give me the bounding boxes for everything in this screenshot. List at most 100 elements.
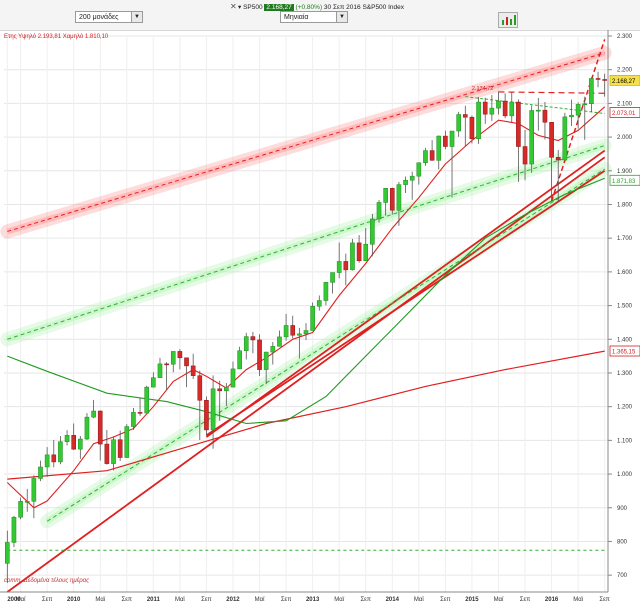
candle-body <box>582 103 588 105</box>
candle-body <box>164 363 169 366</box>
y-tick-label: 1.200 <box>617 405 633 411</box>
candle-body <box>449 130 455 147</box>
candle-body <box>482 101 488 115</box>
x-tick-label: 2015 <box>465 597 479 603</box>
candle-body <box>11 516 17 543</box>
y-tick-label: 2.000 <box>617 135 633 141</box>
chart-subtitle: Ετης Υψηλό 2.193,81 Χαμηλό 1.810,10 <box>4 33 109 40</box>
candle-body <box>536 109 541 112</box>
candle-body <box>589 78 594 104</box>
candle-body <box>489 107 495 115</box>
y-tick-label: 700 <box>617 573 628 579</box>
candle-body <box>436 135 442 161</box>
moving-average-slow <box>7 350 605 480</box>
y-tick-label: 1.400 <box>617 337 633 343</box>
x-tick-label: Σεπ <box>122 597 133 603</box>
candle-body <box>416 162 422 177</box>
candle-body <box>303 330 309 335</box>
candle-body <box>363 243 369 262</box>
candle-body <box>104 443 110 464</box>
candle-body <box>356 242 362 262</box>
candle-body <box>97 410 103 445</box>
x-tick-label: Σεπ <box>360 597 371 603</box>
candle-body <box>64 435 70 442</box>
candle-body <box>403 179 408 185</box>
x-tick-label: Μαϊ <box>334 597 344 603</box>
x-tick-label: Σεπ <box>599 597 610 603</box>
trendline <box>46 168 605 522</box>
candle-body <box>316 300 322 307</box>
candle-body <box>170 351 176 365</box>
candle-body <box>157 363 163 378</box>
y-tick-label: 1.800 <box>617 202 633 208</box>
candle-body <box>91 410 96 418</box>
candle-body <box>409 175 415 181</box>
y-tick-label: 1.000 <box>617 472 633 478</box>
candle-body <box>569 114 574 118</box>
candle-body <box>263 351 269 370</box>
x-tick-label: Μαϊ <box>16 597 26 603</box>
current-price-label: 2.168,27 <box>612 79 636 85</box>
candle-body <box>429 150 435 161</box>
candle-body <box>396 184 402 211</box>
candle-body <box>177 351 183 359</box>
candle-body <box>549 122 554 158</box>
candle-body <box>283 325 289 338</box>
candle-body <box>562 116 568 161</box>
candle-body <box>555 157 561 161</box>
candle-body <box>423 150 428 163</box>
candle-body <box>509 101 515 117</box>
candle-body <box>277 336 282 347</box>
candle-body <box>137 412 143 414</box>
x-tick-label: Σεπ <box>281 597 292 603</box>
candle-body <box>58 441 63 463</box>
candle-body <box>529 110 534 165</box>
candle-body <box>190 365 196 376</box>
candle-body <box>250 336 256 341</box>
y-tick-label: 1.500 <box>617 304 633 310</box>
candle-body <box>575 104 581 116</box>
x-tick-label: 2014 <box>386 597 400 603</box>
candle-body <box>217 388 223 392</box>
candle-body <box>111 439 116 464</box>
candle-body <box>310 305 315 331</box>
candle-body <box>78 438 83 450</box>
price-flag-label: 1.871,83 <box>612 179 636 185</box>
y-tick-label: 2.100 <box>617 101 633 107</box>
y-tick-label: 1.900 <box>617 169 633 175</box>
candle-body <box>456 114 461 132</box>
candle-body <box>18 501 23 518</box>
candle-body <box>117 439 123 458</box>
x-tick-label: 2012 <box>226 597 240 603</box>
candle-body <box>224 386 229 392</box>
candle-body <box>31 478 37 502</box>
candle-body <box>516 101 521 147</box>
candle-body <box>210 388 216 431</box>
candle-body <box>383 188 388 203</box>
candle-body <box>197 375 203 401</box>
x-tick-label: Μαϊ <box>95 597 105 603</box>
candle-body <box>5 542 10 564</box>
candle-body <box>131 412 136 427</box>
candle-body <box>330 272 335 283</box>
candle-body <box>297 333 302 336</box>
candle-body <box>542 109 548 123</box>
candle-body <box>522 146 528 165</box>
candle-body <box>602 79 607 81</box>
candle-body <box>151 377 156 388</box>
candle-body <box>230 368 236 388</box>
candle-body <box>389 188 395 211</box>
candle-body <box>84 416 90 440</box>
y-tick-label: 1.700 <box>617 236 633 242</box>
x-tick-label: Σεπ <box>42 597 53 603</box>
price-flag-label: 1.365,15 <box>612 350 636 356</box>
x-tick-label: 2013 <box>306 597 320 603</box>
x-tick-label: 2011 <box>147 597 161 603</box>
candle-body <box>370 218 375 245</box>
candle-body <box>350 242 355 271</box>
x-tick-label: Μαϊ <box>255 597 265 603</box>
candle-body <box>502 100 508 117</box>
x-tick-label: 2010 <box>67 597 81 603</box>
y-tick-label: 1.300 <box>617 371 633 377</box>
y-tick-label: 2.300 <box>617 34 633 40</box>
